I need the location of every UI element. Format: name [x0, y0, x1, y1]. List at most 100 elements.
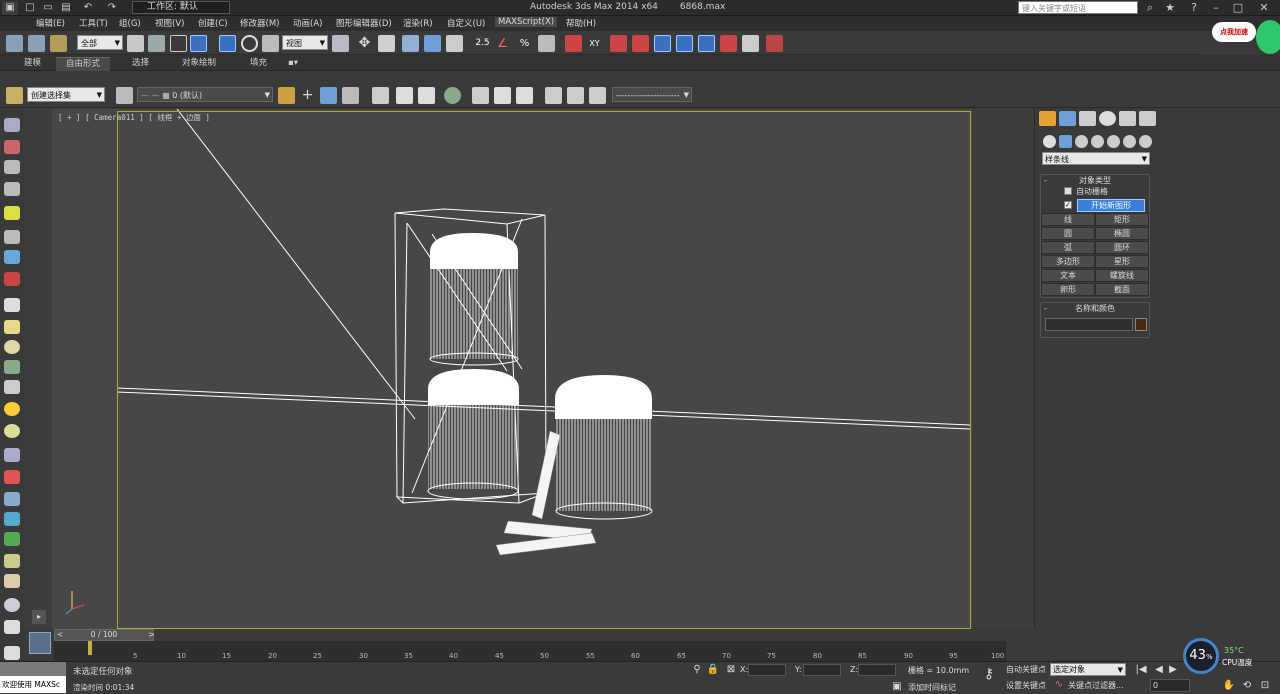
- ellipse-button[interactable]: 椭圆: [1095, 227, 1149, 240]
- search-icon[interactable]: ⌕: [1142, 0, 1158, 16]
- systems-icon[interactable]: [1139, 135, 1152, 148]
- previous-key-icon[interactable]: ◀: [1152, 664, 1166, 676]
- mirror-icon[interactable]: [402, 35, 419, 52]
- ngon-button[interactable]: 多边形: [1041, 255, 1095, 268]
- document-icon[interactable]: [4, 160, 20, 174]
- isolate-icon[interactable]: ⚲: [690, 664, 704, 676]
- quick-render-icon[interactable]: [516, 87, 533, 104]
- create-tab-icon[interactable]: [1039, 111, 1056, 126]
- motion-tab-icon[interactable]: [1099, 111, 1116, 126]
- snap-vertex-icon[interactable]: [610, 35, 627, 52]
- layer-dropdown[interactable]: — — ■ 0 (默认) ▼: [137, 87, 273, 102]
- snap-pivot-icon[interactable]: [676, 35, 693, 52]
- space-warps-icon[interactable]: [1123, 135, 1136, 148]
- schematic-view-icon[interactable]: [418, 87, 435, 104]
- maximize-icon[interactable]: □: [1230, 0, 1246, 16]
- lock-selection-icon[interactable]: 🔒: [706, 664, 720, 676]
- key-filters-button[interactable]: 关键点过滤器...: [1068, 680, 1124, 691]
- cone-icon[interactable]: [4, 380, 20, 394]
- torus-icon[interactable]: [4, 424, 20, 438]
- menu-graph-editors[interactable]: 图形编辑器(D): [336, 17, 392, 29]
- start-new-shape-checkbox[interactable]: ✓: [1064, 201, 1072, 209]
- maximize-viewport-icon[interactable]: ⊡: [1258, 680, 1272, 692]
- bones-icon[interactable]: [4, 554, 20, 568]
- bind-space-warp-icon[interactable]: [50, 35, 67, 52]
- line-style-dropdown[interactable]: ---------------------- ▼: [612, 87, 692, 102]
- time-slider-track[interactable]: [54, 629, 1054, 641]
- scale-icon[interactable]: [262, 35, 279, 52]
- tab-selection[interactable]: 选择: [122, 57, 159, 71]
- edit-named-sets-icon[interactable]: [6, 87, 23, 104]
- play-icon[interactable]: ▶: [1166, 664, 1180, 676]
- page-icon[interactable]: [4, 620, 20, 634]
- time-tag-icon[interactable]: ▣: [890, 681, 904, 693]
- select-object-icon[interactable]: [127, 35, 144, 52]
- render-teapot-icon[interactable]: [494, 87, 511, 104]
- snap-edge-icon[interactable]: [632, 35, 649, 52]
- render-b-icon[interactable]: [567, 87, 584, 104]
- hose-icon[interactable]: [4, 492, 20, 506]
- align-icon[interactable]: [424, 35, 441, 52]
- prev-frame-icon[interactable]: <: [57, 630, 63, 640]
- auto-grid-checkbox[interactable]: [1064, 187, 1072, 195]
- axis-constraint-icon[interactable]: XY: [586, 35, 603, 52]
- render-c-icon[interactable]: [589, 87, 606, 104]
- set-current-layer-icon[interactable]: [342, 87, 359, 104]
- hierarchy-tab-icon[interactable]: [1079, 111, 1096, 126]
- category-dropdown[interactable]: 样条线 ▼: [1042, 152, 1150, 165]
- line-button[interactable]: 线: [1041, 213, 1095, 226]
- select-by-name-icon[interactable]: [148, 35, 165, 52]
- redo-icon[interactable]: ↷: [104, 1, 120, 15]
- render-setup-icon[interactable]: [766, 35, 783, 52]
- create-layer-icon[interactable]: +: [299, 87, 316, 104]
- keyboard-shortcut-icon[interactable]: [378, 35, 395, 52]
- menu-rendering[interactable]: 渲染(R): [403, 17, 433, 29]
- window-crossing-icon[interactable]: [190, 35, 207, 52]
- undo-icon[interactable]: ↶: [80, 1, 96, 15]
- accelerate-badge[interactable]: 点我加速: [1212, 22, 1256, 42]
- z-coordinate-input[interactable]: [858, 664, 896, 676]
- orbit-icon[interactable]: ⟲: [1240, 680, 1254, 692]
- snap-face-icon[interactable]: [654, 35, 671, 52]
- workspace-dropdown[interactable]: 工作区: 默认: [132, 1, 230, 14]
- viewport-label[interactable]: [ + ] [ Camera011 ] [ 线框 + 边面 ]: [58, 112, 210, 123]
- rect-selection-icon[interactable]: [170, 35, 187, 52]
- menu-tools[interactable]: 工具(T): [79, 17, 108, 29]
- gear-icon[interactable]: [4, 512, 20, 526]
- display-tab-icon[interactable]: [1119, 111, 1136, 126]
- mini-listener-button[interactable]: [29, 632, 51, 654]
- shapes-icon[interactable]: [1059, 135, 1072, 148]
- pan-icon[interactable]: ✋: [1222, 680, 1236, 692]
- move-icon[interactable]: [219, 35, 236, 52]
- send-icon[interactable]: [742, 35, 759, 52]
- menu-views[interactable]: 视图(V): [155, 17, 184, 29]
- rectangle-button[interactable]: 矩形: [1095, 213, 1149, 226]
- maxscript-listener-top[interactable]: [0, 662, 66, 676]
- hemisphere-icon[interactable]: [4, 320, 20, 334]
- menu-create[interactable]: 创建(C): [198, 17, 228, 29]
- set-key-button[interactable]: 设置关键点: [1006, 680, 1046, 691]
- key-icon[interactable]: ⚷: [982, 667, 996, 681]
- manipulate-icon[interactable]: ✥: [356, 35, 373, 52]
- app-menu-icon[interactable]: ▣: [2, 1, 18, 15]
- tab-freeform[interactable]: 自由形式: [56, 57, 111, 71]
- circle-button[interactable]: 圆: [1041, 227, 1095, 240]
- tab-populate[interactable]: 填充: [240, 57, 277, 71]
- star-button[interactable]: 星形: [1095, 255, 1149, 268]
- new-file-icon[interactable]: □: [22, 1, 38, 15]
- menu-maxscript[interactable]: MAXScript(X): [495, 17, 558, 27]
- snap-toggle-icon[interactable]: 2.5: [474, 35, 491, 52]
- maxscript-mini-listener[interactable]: 欢迎使用 MAXSc: [0, 676, 66, 693]
- auto-key-button[interactable]: 自动关键点: [1006, 664, 1046, 675]
- particle-icon[interactable]: [4, 272, 20, 286]
- ref-coord-dropdown[interactable]: 视图 ▼: [282, 35, 328, 50]
- tab-modeling[interactable]: 建模: [14, 57, 51, 71]
- menu-group[interactable]: 组(G): [119, 17, 141, 29]
- lights-icon[interactable]: [1075, 135, 1088, 148]
- save-file-icon[interactable]: ▤: [58, 1, 74, 15]
- pivot-icon[interactable]: [332, 35, 349, 52]
- help-search-input[interactable]: 键入关键字或短语: [1018, 1, 1138, 14]
- grid-helper-icon[interactable]: [4, 448, 20, 462]
- absolute-mode-icon[interactable]: ⊠: [724, 664, 738, 676]
- render-window-icon[interactable]: [4, 140, 20, 154]
